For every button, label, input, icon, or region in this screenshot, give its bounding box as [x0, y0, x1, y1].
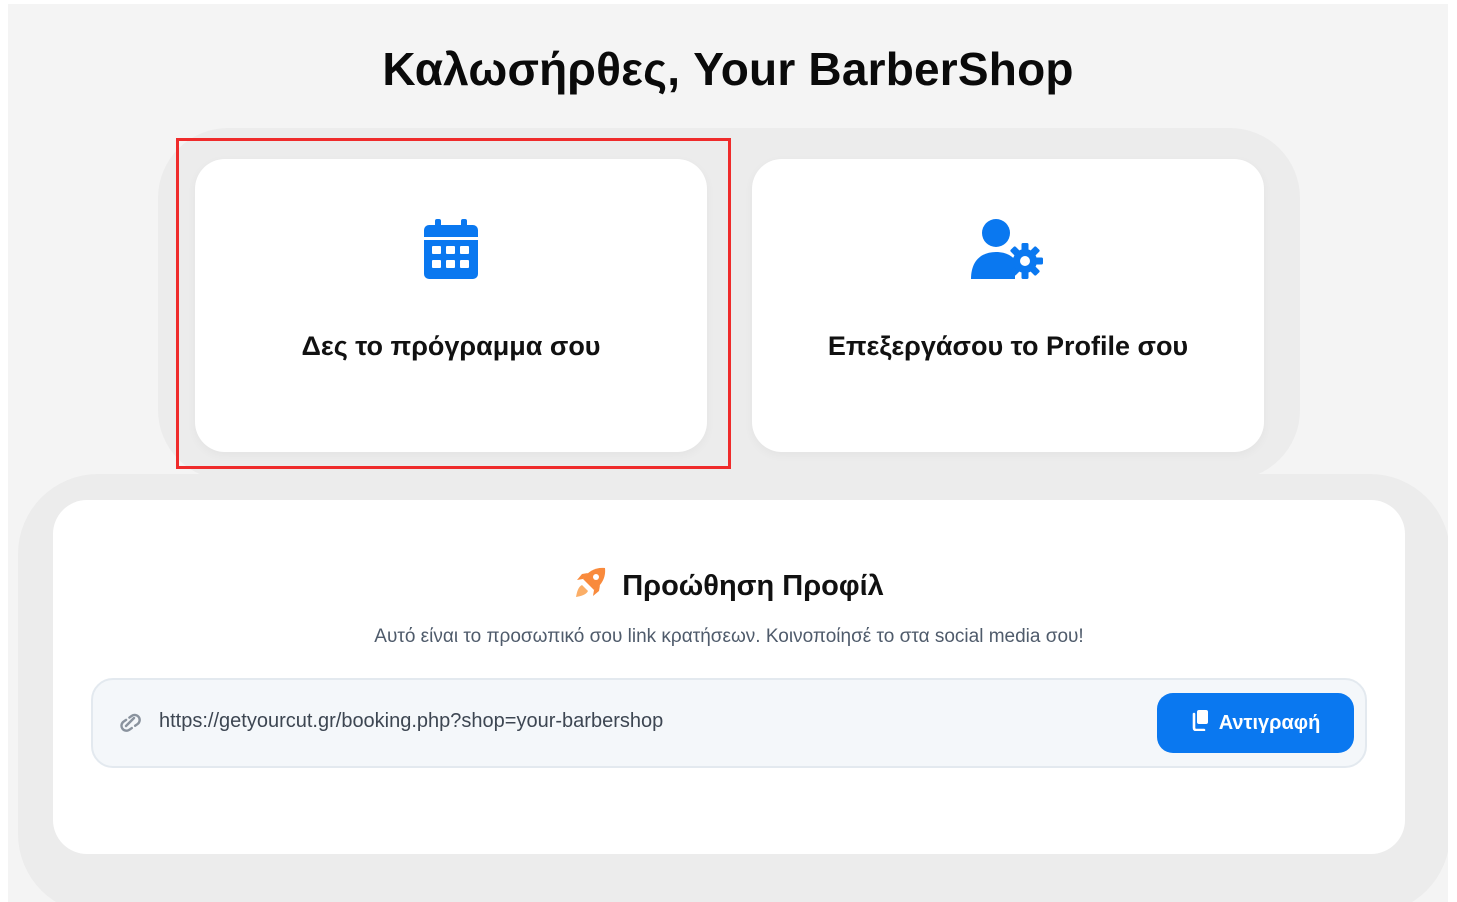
promo-description: Αυτό είναι το προσωπικό σου link κρατήσε… [374, 626, 1084, 647]
edit-profile-card[interactable]: Επεξεργάσου το Profile σου [752, 159, 1264, 452]
edit-profile-label: Επεξεργάσου το Profile σου [827, 331, 1189, 361]
selection-highlight [176, 138, 731, 469]
promo-card: Προώθηση Προφίλ Αυτό είναι το προσωπικό … [53, 500, 1405, 854]
booking-link-box: https://getyourcut.gr/booking.php?shop=y… [91, 678, 1367, 768]
copy-button-label: Αντιγραφή [1218, 711, 1321, 734]
link-icon [117, 712, 143, 737]
rocket-icon [574, 565, 608, 607]
dashboard-page: Καλωσήρθες, Your BarberShop Δες το πρόγρ… [8, 4, 1448, 902]
promo-title: Προώθηση Προφίλ [622, 569, 884, 602]
copy-icon [1191, 709, 1209, 737]
copy-link-button[interactable]: Αντιγραφή [1157, 693, 1354, 753]
page-title: Καλωσήρθες, Your BarberShop [382, 43, 1074, 95]
promo-heading: Προώθηση Προφίλ [53, 565, 1405, 607]
booking-link-text[interactable]: https://getyourcut.gr/booking.php?shop=y… [159, 710, 663, 733]
user-gear-icon [752, 214, 1264, 284]
